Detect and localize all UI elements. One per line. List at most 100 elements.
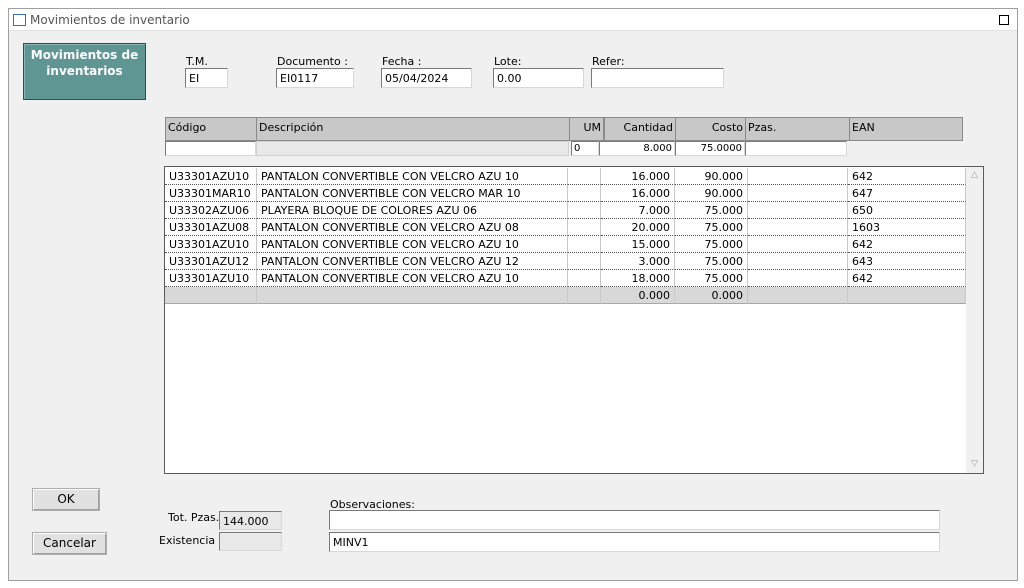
- cell-pzas: [748, 236, 848, 253]
- cell-costo: 90.000: [675, 185, 748, 202]
- cell-descripcion: PLAYERA BLOQUE DE COLORES AZU 06: [257, 202, 568, 219]
- cell-pzas: [748, 168, 848, 185]
- cell-um: [568, 202, 601, 219]
- observaciones-field-1[interactable]: [329, 510, 940, 530]
- column-header-cantidad[interactable]: Cantidad: [604, 118, 676, 140]
- column-header-codigo[interactable]: Código: [166, 118, 257, 140]
- module-button[interactable]: Movimientos de inventarios: [23, 43, 146, 100]
- cell-um: [568, 253, 601, 270]
- cell-um: [568, 236, 601, 253]
- tot-pzas-label: Tot. Pzas.: [168, 511, 220, 524]
- cell-codigo: U33301AZU12: [165, 253, 257, 270]
- cell-pzas: [748, 270, 848, 287]
- cell-um: [568, 168, 601, 185]
- cell-ean: 1603: [848, 219, 966, 236]
- cancel-button[interactable]: Cancelar: [32, 532, 107, 555]
- cell-costo: 90.000: [675, 168, 748, 185]
- cell-um: [568, 185, 601, 202]
- lote-label: Lote:: [494, 55, 522, 68]
- cell-costo: 75.000: [675, 236, 748, 253]
- cell-ean: [848, 287, 966, 304]
- cell-pzas: [748, 185, 848, 202]
- table-row[interactable]: U33301AZU10 PANTALON CONVERTIBLE CON VELC…: [165, 270, 966, 287]
- cell-um: [568, 219, 601, 236]
- cell-codigo: U33301AZU10: [165, 270, 257, 287]
- cell-cantidad: 7.000: [601, 202, 675, 219]
- cell-pzas: [748, 253, 848, 270]
- table-row-total[interactable]: 0.000 0.000: [165, 287, 966, 304]
- cell-costo: 75.000: [675, 219, 748, 236]
- table-row[interactable]: U33302AZU06 PLAYERA BLOQUE DE COLORES AZU…: [165, 202, 966, 219]
- table-row[interactable]: U33301MAR10 PANTALON CONVERTIBLE CON VELC…: [165, 185, 966, 202]
- cell-codigo: U33301AZU10: [165, 236, 257, 253]
- entry-costo-input[interactable]: 75.0000: [675, 141, 745, 156]
- cell-um: [568, 287, 601, 304]
- cell-pzas: [748, 287, 848, 304]
- maximize-icon[interactable]: [999, 15, 1009, 25]
- scroll-up-icon[interactable]: △: [966, 167, 983, 184]
- table-row[interactable]: U33301AZU10 PANTALON CONVERTIBLE CON VELC…: [165, 236, 966, 253]
- window-icon: [13, 14, 26, 26]
- cell-ean: 642: [848, 236, 966, 253]
- cell-costo: 75.000: [675, 202, 748, 219]
- module-button-label-line2: inventarios: [46, 64, 123, 78]
- module-button-label-line1: Movimientos de: [30, 48, 139, 62]
- cell-codigo: U33301AZU10: [165, 168, 257, 185]
- cell-cantidad: 18.000: [601, 270, 675, 287]
- cell-ean: 650: [848, 202, 966, 219]
- cell-costo: 75.000: [675, 270, 748, 287]
- cell-codigo: U33301AZU08: [165, 219, 257, 236]
- cell-ean: 642: [848, 168, 966, 185]
- ok-button[interactable]: OK: [32, 488, 100, 511]
- cell-costo: 75.000: [675, 253, 748, 270]
- cell-codigo: [165, 287, 257, 304]
- column-header-pzas[interactable]: Pzas.: [746, 118, 850, 140]
- column-header-descripcion[interactable]: Descripción: [257, 118, 570, 140]
- window-title: Movimientos de inventario: [30, 13, 190, 27]
- column-header-um[interactable]: UM: [570, 118, 604, 140]
- entry-cantidad-input[interactable]: 8.000: [599, 141, 675, 156]
- documento-field[interactable]: EI0117: [276, 68, 354, 88]
- cell-pzas: [748, 202, 848, 219]
- items-grid[interactable]: U33301AZU10 PANTALON CONVERTIBLE CON VELC…: [164, 166, 984, 474]
- tot-pzas-field: 144.000: [219, 511, 282, 530]
- cell-descripcion: PANTALON CONVERTIBLE CON VELCRO AZU 10: [257, 236, 568, 253]
- observaciones-field-2[interactable]: MINV1: [329, 532, 940, 552]
- tm-label: T.M.: [186, 55, 208, 68]
- existencia-label: Existencia :: [159, 534, 223, 547]
- cell-descripcion: PANTALON CONVERTIBLE CON VELCRO MAR 10: [257, 185, 568, 202]
- table-row[interactable]: U33301AZU12 PANTALON CONVERTIBLE CON VELC…: [165, 253, 966, 270]
- lote-field[interactable]: 0.00: [493, 68, 584, 88]
- scroll-down-icon[interactable]: ▽: [966, 456, 983, 473]
- cell-descripcion: PANTALON CONVERTIBLE CON VELCRO AZU 10: [257, 270, 568, 287]
- cell-cantidad: 0.000: [601, 287, 675, 304]
- column-header-ean[interactable]: EAN: [850, 118, 962, 140]
- tm-field[interactable]: EI: [185, 68, 228, 88]
- title-bar: Movimientos de inventario: [9, 9, 1017, 31]
- cell-ean: 642: [848, 270, 966, 287]
- cell-pzas: [748, 219, 848, 236]
- cell-descripcion: [257, 287, 568, 304]
- entry-codigo-input[interactable]: [165, 141, 256, 156]
- cell-costo: 0.000: [675, 287, 748, 304]
- cell-cantidad: 16.000: [601, 168, 675, 185]
- cell-cantidad: 16.000: [601, 185, 675, 202]
- cell-descripcion: PANTALON CONVERTIBLE CON VELCRO AZU 10: [257, 168, 568, 185]
- cell-ean: 647: [848, 185, 966, 202]
- entry-pzas-input[interactable]: [745, 141, 847, 156]
- cell-descripcion: PANTALON CONVERTIBLE CON VELCRO AZU 08: [257, 219, 568, 236]
- cell-ean: 643: [848, 253, 966, 270]
- table-row[interactable]: U33301AZU10 PANTALON CONVERTIBLE CON VELC…: [165, 168, 966, 185]
- refer-field[interactable]: [591, 68, 724, 88]
- entry-descripcion-input: [256, 141, 569, 156]
- cell-codigo: U33301MAR10: [165, 185, 257, 202]
- cell-cantidad: 3.000: [601, 253, 675, 270]
- cell-um: [568, 270, 601, 287]
- vertical-scrollbar[interactable]: △ ▽: [966, 167, 983, 473]
- fecha-field[interactable]: 05/04/2024: [381, 68, 472, 88]
- documento-label: Documento :: [277, 55, 348, 68]
- inventory-window: Movimientos de inventario Movimientos de…: [8, 8, 1018, 581]
- entry-um-input[interactable]: 0: [571, 141, 599, 156]
- column-header-costo[interactable]: Costo: [676, 118, 746, 140]
- table-row[interactable]: U33301AZU08 PANTALON CONVERTIBLE CON VELC…: [165, 219, 966, 236]
